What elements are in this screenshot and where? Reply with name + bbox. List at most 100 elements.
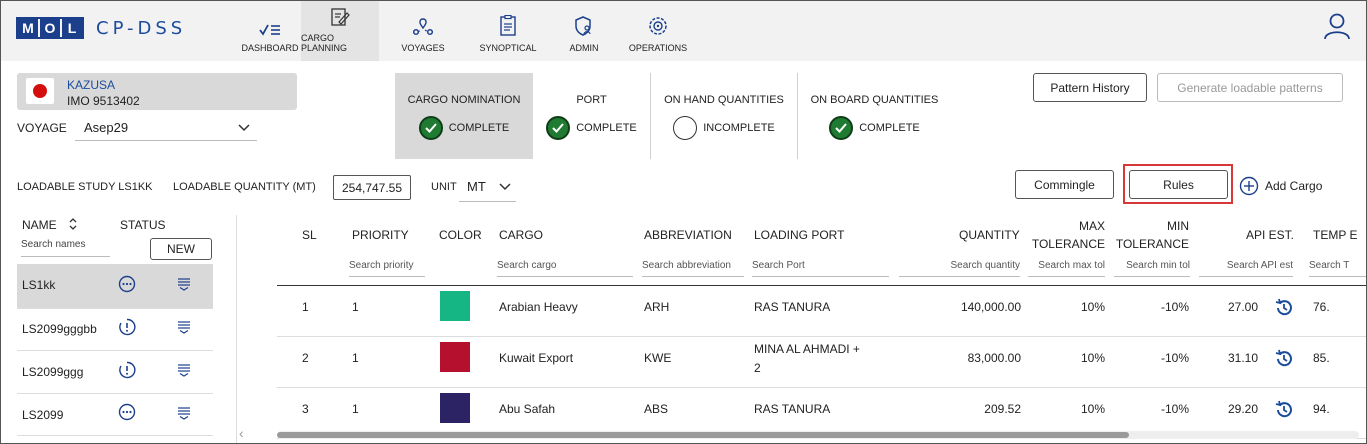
brand-text: CP-DSS: [96, 17, 187, 39]
col-header-priority: PRIORITY: [352, 228, 409, 242]
status-title: CARGO NOMINATION: [407, 94, 521, 106]
cell-quantity: 83,000.00: [967, 351, 1021, 365]
add-circle-icon: [1239, 176, 1259, 196]
horizontal-scrollbar[interactable]: [277, 431, 1359, 439]
search-cargo-input[interactable]: Search cargo: [497, 257, 633, 277]
cell-api-est: 29.20: [1227, 402, 1258, 416]
cell-color-swatch[interactable]: [440, 291, 470, 321]
study-list-item[interactable]: LS2099gggbb: [17, 309, 213, 351]
col-header-max-tolerance: MAX TOLERANCE: [1029, 217, 1105, 253]
nav-operations[interactable]: OPERATIONS: [619, 1, 697, 61]
pending-icon: [118, 403, 136, 421]
menu-icon[interactable]: [177, 277, 191, 291]
nav-dashboard[interactable]: DASHBOARD: [239, 1, 301, 61]
cargo-planning-icon: [331, 8, 350, 26]
study-name: LS2099gggbb: [22, 322, 97, 336]
search-quantity-input[interactable]: Search quantity: [899, 257, 1020, 277]
history-icon[interactable]: [1274, 400, 1294, 420]
search-api-input[interactable]: Search API est: [1199, 257, 1293, 277]
add-cargo-button[interactable]: Add Cargo: [1239, 176, 1322, 196]
rules-button[interactable]: Rules: [1129, 170, 1228, 199]
operations-icon: [649, 17, 667, 35]
study-name: LS2099ggg: [22, 365, 84, 379]
cell-max-tolerance: 10%: [1080, 402, 1105, 416]
menu-icon[interactable]: [177, 363, 191, 377]
vessel-name: KAZUSA: [67, 78, 116, 92]
nav-synoptical[interactable]: SYNOPTICAL: [467, 1, 549, 61]
status-on-board-quantities[interactable]: ON BOARD QUANTITIES COMPLETE: [798, 73, 951, 159]
brand-logo[interactable]: M O L CP-DSS: [16, 17, 186, 39]
search-priority-input[interactable]: Search priority: [349, 257, 425, 277]
new-study-button[interactable]: NEW: [150, 238, 212, 260]
nav-label: OPERATIONS: [628, 43, 688, 53]
panel-divider: [236, 215, 237, 443]
status-title: ON HAND QUANTITIES: [664, 94, 784, 106]
cell-cargo: Abu Safah: [499, 402, 556, 416]
history-icon[interactable]: [1274, 349, 1294, 369]
nav-label: SYNOPTICAL: [479, 43, 537, 53]
collapse-panel-icon[interactable]: ‹: [239, 425, 244, 441]
cell-cargo: Arabian Heavy: [499, 300, 578, 314]
search-max-tol-input[interactable]: Search max tol: [1028, 257, 1105, 277]
cell-color-swatch[interactable]: [440, 342, 470, 372]
nav-label: ADMIN: [569, 43, 599, 53]
cell-temp-est: 94.: [1313, 402, 1330, 416]
status-column-header: STATUS: [120, 218, 166, 232]
user-profile-icon[interactable]: [1322, 11, 1352, 44]
cell-cargo: Kuwait Export: [499, 351, 574, 365]
study-list-item[interactable]: LS2099: [17, 394, 213, 436]
pattern-history-button[interactable]: Pattern History: [1033, 73, 1147, 102]
pending-icon: [118, 275, 136, 293]
nav-admin[interactable]: ADMIN: [549, 1, 619, 61]
col-header-loading-port: LOADING PORT: [754, 228, 845, 242]
scrollbar-thumb[interactable]: [277, 432, 1129, 438]
cell-color-swatch[interactable]: [440, 393, 470, 423]
cell-sl: 3: [302, 402, 309, 416]
status-cargo-nomination[interactable]: CARGO NOMINATION COMPLETE: [395, 73, 533, 159]
study-list-item[interactable]: LS1kk: [17, 264, 213, 309]
search-port-input[interactable]: Search Port: [752, 257, 889, 277]
header-line: MAX: [1078, 219, 1105, 233]
menu-icon[interactable]: [177, 320, 191, 334]
nav-cargo-planning[interactable]: CARGO PLANNING: [301, 1, 379, 61]
commingle-button[interactable]: Commingle: [1015, 170, 1114, 199]
alert-icon: [119, 318, 136, 336]
vessel-card: KAZUSA IMO 9513402: [17, 73, 297, 110]
col-header-abbreviation: ABBREVIATION: [644, 228, 732, 242]
logo-letter: O: [40, 19, 60, 37]
status-on-hand-quantities[interactable]: ON HAND QUANTITIES INCOMPLETE: [651, 73, 797, 159]
chevron-down-icon: [499, 183, 511, 191]
main-nav: DASHBOARD CARGO PLANNING VOYAGES SYNOPTI…: [239, 1, 697, 61]
cell-priority: 1: [352, 402, 359, 416]
logo-letter: M: [18, 19, 38, 37]
status-state: COMPLETE: [859, 122, 920, 134]
menu-icon[interactable]: [177, 406, 191, 420]
study-name: LS1kk: [22, 278, 56, 292]
name-column-header[interactable]: NAME: [22, 218, 78, 232]
check-icon: [829, 116, 854, 140]
status-port[interactable]: PORT COMPLETE: [533, 73, 650, 159]
search-abbreviation-input[interactable]: Search abbreviation: [642, 257, 744, 277]
cell-loading-port: MINA AL AHMADI +: [754, 342, 860, 356]
japan-flag-icon: [26, 78, 54, 104]
empty-circle-icon: [673, 116, 698, 140]
history-icon[interactable]: [1274, 298, 1294, 318]
nav-label: CARGO PLANNING: [301, 33, 348, 53]
cell-abbreviation: ARH: [644, 300, 670, 314]
search-min-tol-input[interactable]: Search min tol: [1114, 257, 1190, 277]
sort-icon[interactable]: [68, 218, 78, 230]
unit-value: MT: [467, 179, 486, 194]
search-names-input[interactable]: Search names: [21, 239, 110, 257]
cell-min-tolerance: -10%: [1160, 402, 1189, 416]
nav-voyages[interactable]: VOYAGES: [379, 1, 467, 61]
study-list-item[interactable]: LS2099ggg: [17, 351, 213, 394]
table-row[interactable]: 1 1 Arabian Heavy ARH RAS TANURA 140,000…: [277, 286, 1366, 337]
generate-loadable-patterns-button[interactable]: Generate loadable patterns: [1157, 73, 1343, 102]
table-row[interactable]: 2 1 Kuwait Export KWE MINA AL AHMADI + 2…: [277, 337, 1366, 388]
col-header-temp-est: TEMP E: [1313, 228, 1358, 242]
voyage-select[interactable]: Asep29: [75, 116, 257, 141]
app-frame: M O L CP-DSS DASHBOARD CARGO PLANNING VO…: [0, 0, 1367, 444]
search-temp-input[interactable]: Search T: [1309, 257, 1366, 277]
loadable-quantity-value: 254,747.55: [333, 175, 411, 200]
unit-select[interactable]: MT: [459, 175, 516, 202]
